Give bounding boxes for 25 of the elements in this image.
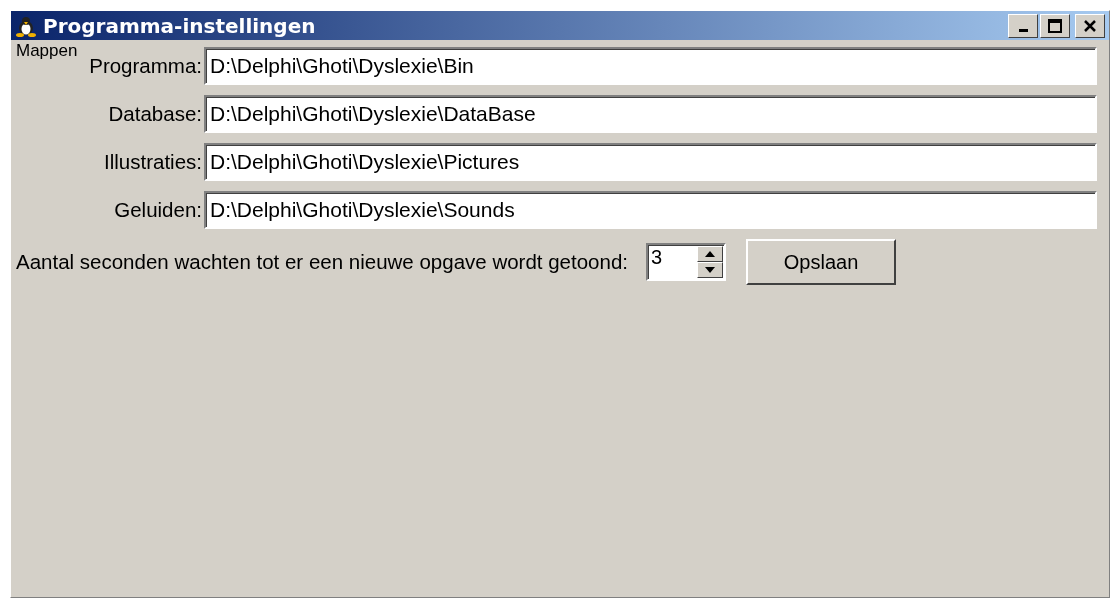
close-button[interactable] xyxy=(1075,13,1105,38)
seconds-field[interactable]: 3 xyxy=(648,245,689,269)
spin-down-button[interactable] xyxy=(697,262,724,278)
close-icon xyxy=(1083,18,1097,33)
maximize-icon xyxy=(1048,18,1062,33)
field-label: Programma: xyxy=(89,54,203,78)
minimize-icon xyxy=(1018,28,1028,32)
group-title: Mappen xyxy=(16,43,78,59)
delay-label: Aantal seconden wachten tot er een nieuwe opgave wordt getoond: xyxy=(16,250,630,274)
down-arrow-icon xyxy=(705,267,716,273)
folder-path-field[interactable]: D:\Delphi\Ghoti\Dyslexie\Pictures xyxy=(204,143,1097,181)
folder-path-field[interactable]: D:\Delphi\Ghoti\Dyslexie\Sounds xyxy=(204,191,1097,229)
window-title: Programma-instellingen xyxy=(43,13,317,38)
minimize-button[interactable] xyxy=(1008,13,1038,38)
up-arrow-icon xyxy=(705,251,716,257)
folder-path-field[interactable]: D:\Delphi\Ghoti\Dyslexie\DataBase xyxy=(204,95,1097,133)
penguin-icon xyxy=(15,14,37,37)
maximize-button[interactable] xyxy=(1040,13,1070,38)
save-button[interactable]: Opslaan xyxy=(746,239,897,285)
field-label: Database: xyxy=(108,102,203,126)
seconds-spinbox[interactable]: 3 xyxy=(646,243,727,281)
field-label: Illustraties: xyxy=(104,150,203,174)
folder-path-field[interactable]: D:\Delphi\Ghoti\Dyslexie\Bin xyxy=(204,47,1097,85)
field-label: Geluiden: xyxy=(114,198,203,222)
spin-up-button[interactable] xyxy=(697,246,724,262)
